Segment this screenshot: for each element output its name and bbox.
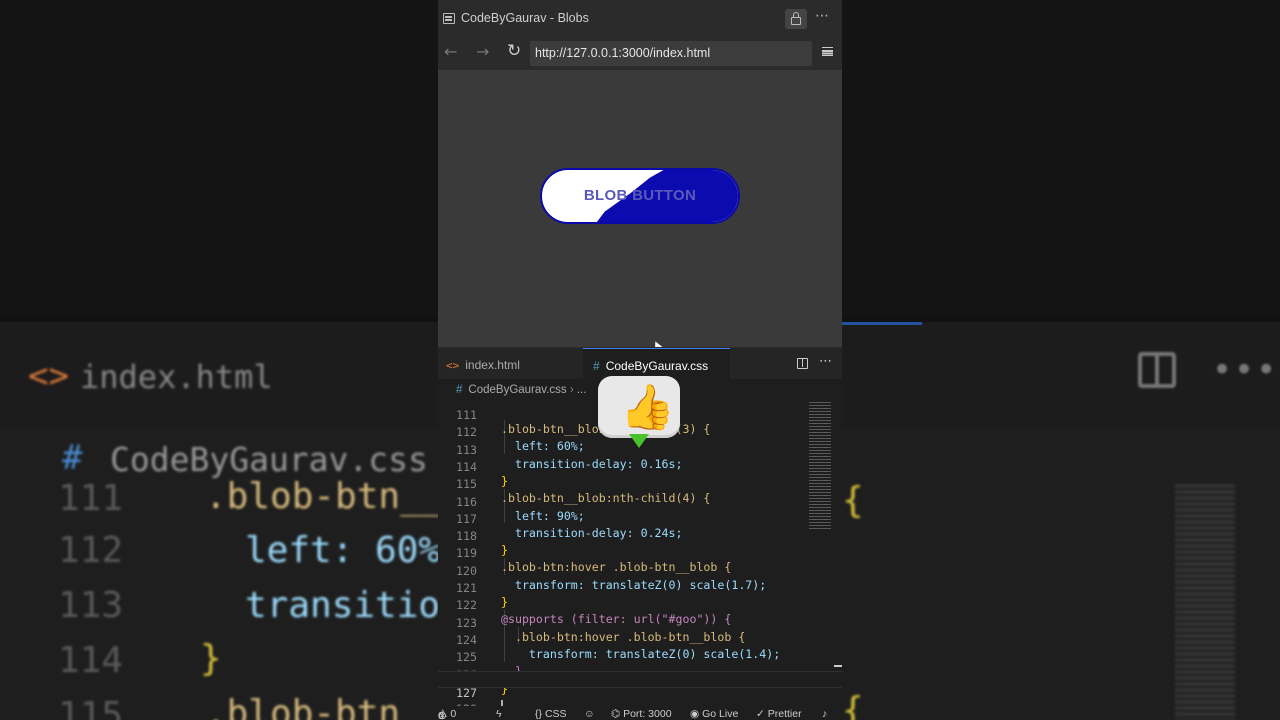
language-label: CSS xyxy=(544,708,567,720)
go-live-button[interactable]: ◉ Go Live xyxy=(690,708,738,720)
split-editor-icon[interactable] xyxy=(797,358,808,369)
browser-window: CodeByGaurav - Blobs ⋯ ← → ↻ http://127.… xyxy=(438,0,842,351)
notification-bell-icon[interactable]: ♪ xyxy=(822,708,827,720)
code-line: 125 } xyxy=(438,636,842,678)
bg-code-text: transitio xyxy=(245,585,441,626)
window-title: CodeByGaurav - Blobs xyxy=(461,11,589,25)
html-code-icon: <> xyxy=(446,359,460,372)
page-icon xyxy=(443,13,455,24)
more-options-icon[interactable]: ⋯ xyxy=(815,8,829,24)
bg-code-text: .blob-btn xyxy=(205,693,401,720)
broadcast-icon: ⌬ xyxy=(611,708,621,720)
main-panel: CodeByGaurav - Blobs ⋯ ← → ↻ http://127.… xyxy=(438,0,842,720)
code-line: 115 .blob-btn__blob:nth-child(4) { xyxy=(438,463,842,505)
error-count: 0 xyxy=(438,710,444,720)
menu-icon[interactable] xyxy=(822,47,833,56)
code-line: 118 } xyxy=(438,515,842,557)
url-field[interactable]: http://127.0.0.1:3000/index.html xyxy=(530,41,812,66)
tab-label: CodeByGaurav.css xyxy=(605,359,709,373)
double-check-icon: ✓ xyxy=(756,708,765,720)
port-indicator[interactable]: ⌬ Port: 3000 xyxy=(611,708,672,720)
bg-code-text: } xyxy=(200,638,222,679)
forward-arrow-icon[interactable]: → xyxy=(476,42,489,61)
warning-count: 0 xyxy=(450,708,457,720)
bg-code-text: left: 60% xyxy=(245,530,441,571)
bg-minimap xyxy=(1175,485,1235,720)
sticker-tail xyxy=(629,434,649,448)
braces-icon: {} xyxy=(535,708,543,720)
code-line: 124 transform: translateZ(0) scale(1.4); xyxy=(438,619,842,661)
bg-tab-indicator xyxy=(842,322,922,325)
lock-button[interactable] xyxy=(785,9,807,29)
bg-line-number: 115 xyxy=(58,695,124,720)
code-line: 116 left: 90%; xyxy=(438,481,842,523)
bg-more-icon: ••• xyxy=(1212,350,1279,390)
bg-code-text: .blob-btn__ xyxy=(205,476,444,517)
browser-navbar: ← → ↻ http://127.0.0.1:3000/index.html xyxy=(438,38,842,70)
lock-icon-body xyxy=(791,17,801,25)
status-bar: ⊗ 0 ⚠ 0 ϟ {} CSS ☺ ⌬ Port: 3000 ◉ Go Liv… xyxy=(438,706,842,720)
bg-split-editor-icon xyxy=(1138,352,1176,388)
css-hash-icon: # xyxy=(593,359,600,373)
bg-code-text: { xyxy=(842,480,864,521)
bg-html-icon: <> xyxy=(28,356,69,396)
go-live-label: Go Live xyxy=(702,708,739,720)
tab-index-html[interactable]: <> index.html xyxy=(438,348,582,380)
bg-file-label: CodeByGaurav.css xyxy=(110,440,428,479)
bg-line-number: 111 xyxy=(58,478,124,519)
code-line-active[interactable]: 127 xyxy=(438,670,842,714)
page-viewport: BLOB BUTTON xyxy=(438,70,842,351)
reload-icon[interactable]: ↻ xyxy=(507,41,521,61)
code-line: 128 xyxy=(438,688,842,716)
code-line: 119 .blob-btn:hover .blob-btn__blob { xyxy=(438,532,842,574)
code-line: 121 } xyxy=(438,567,842,609)
minimap[interactable] xyxy=(809,402,831,530)
blob-button-label: BLOB BUTTON xyxy=(583,187,697,204)
editor-tab-bar: <> index.html # CodeByGaurav.css ⋯ xyxy=(438,347,842,380)
language-mode[interactable]: {} CSS xyxy=(535,708,567,720)
thumbs-up-sticker: 👍 xyxy=(598,376,680,450)
lightning-icon[interactable]: ϟ xyxy=(496,708,502,720)
thumbs-up-icon: 👍 xyxy=(620,382,675,433)
bg-line-number: 113 xyxy=(58,585,124,626)
go-live-icon: ◉ xyxy=(690,708,700,720)
code-line: 117 transition-delay: 0.24s; xyxy=(438,498,842,540)
code-line: 120 transform: translateZ(0) scale(1.7); xyxy=(438,550,842,592)
browser-titlebar: CodeByGaurav - Blobs ⋯ xyxy=(438,0,842,38)
port-label: Port: 3000 xyxy=(623,708,672,720)
blob-button[interactable]: BLOB BUTTON xyxy=(540,168,740,224)
prettier-button[interactable]: ✓ Prettier xyxy=(756,708,802,720)
bg-line-number: 114 xyxy=(58,640,124,681)
scroll-indicator[interactable] xyxy=(834,665,842,667)
copilot-icon[interactable]: ☺ xyxy=(584,708,595,720)
bg-code-text: { xyxy=(842,690,864,720)
problems-indicator[interactable]: ⊗ 0 ⚠ 0 xyxy=(438,708,456,720)
tab-label: index.html xyxy=(465,358,520,372)
bg-tab-label: index.html xyxy=(80,358,273,396)
more-actions-icon[interactable]: ⋯ xyxy=(819,354,832,369)
prettier-label: Prettier xyxy=(767,708,802,720)
code-line: 122 @supports (filter: url("#goo")) { xyxy=(438,584,842,626)
code-line: 126 } xyxy=(438,654,842,696)
bg-line-number: 112 xyxy=(58,530,124,571)
back-arrow-icon[interactable]: ← xyxy=(444,42,457,61)
bg-hash-icon: # xyxy=(62,438,83,478)
code-line: 123 .blob-btn:hover .blob-btn__blob { xyxy=(438,602,842,644)
